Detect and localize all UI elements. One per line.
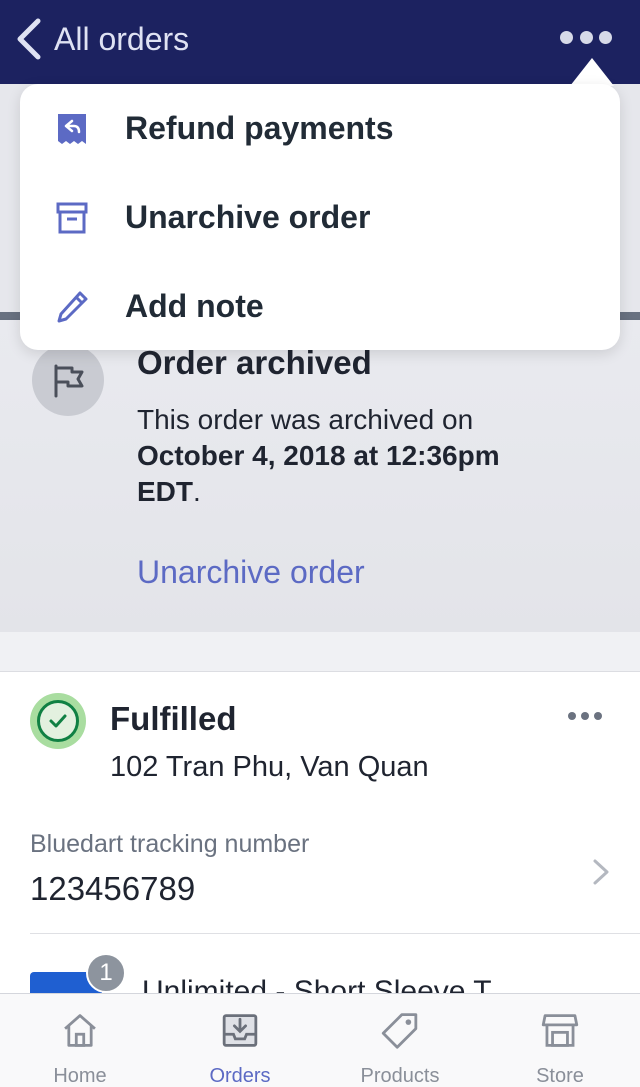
tab-home[interactable]: Home	[0, 994, 160, 1087]
tag-icon	[381, 1013, 418, 1049]
orders-inbox-icon	[222, 1014, 258, 1047]
menu-pointer	[570, 58, 614, 86]
chevron-left-icon	[17, 18, 41, 60]
menu-item-label: Unarchive order	[125, 199, 371, 235]
row-divider	[30, 933, 640, 934]
chevron-right-icon[interactable]	[592, 858, 610, 886]
menu-item-unarchive-order[interactable]: Unarchive order	[20, 173, 620, 262]
menu-item-refund-payments[interactable]: Refund payments	[20, 84, 620, 173]
archived-tz: EDT	[137, 476, 193, 507]
home-icon	[64, 1014, 96, 1047]
dot-icon	[568, 712, 576, 720]
unarchive-order-link[interactable]: Unarchive order	[137, 554, 365, 591]
fulfillment-address: 102 Tran Phu, Van Quan	[110, 751, 429, 783]
pencil-icon	[52, 287, 92, 327]
tracking-number[interactable]: 123456789	[30, 870, 195, 908]
top-nav-bar: All orders	[0, 0, 640, 84]
fulfilled-status-badge	[30, 693, 86, 749]
dot-icon	[581, 712, 589, 720]
tab-label: Store	[536, 1065, 584, 1087]
bottom-tab-bar: Home Orders Products Store	[0, 993, 640, 1087]
tab-store[interactable]: Store	[480, 994, 640, 1087]
dot-icon	[594, 712, 602, 720]
checkmark-icon	[49, 714, 67, 728]
flag-icon-badge	[32, 344, 104, 416]
tab-orders[interactable]: Orders	[160, 994, 320, 1087]
tab-label: Orders	[209, 1065, 271, 1087]
receipt-refund-icon	[52, 109, 92, 149]
fulfillment-status: Fulfilled	[110, 700, 237, 737]
tab-label: Products	[360, 1065, 440, 1087]
archived-description: This order was archived on October 4, 20…	[137, 402, 607, 510]
archived-date: October 4, 2018 at 12:36pm	[137, 440, 500, 471]
dot-icon	[560, 30, 573, 44]
dot-icon	[579, 30, 593, 44]
flag-icon	[54, 364, 84, 398]
menu-item-label: Add note	[125, 288, 264, 324]
dot-icon	[599, 30, 612, 44]
back-button[interactable]: All orders	[14, 14, 189, 64]
tab-products[interactable]: Products	[320, 994, 480, 1087]
archived-tz-suffix: .	[193, 476, 201, 507]
tracking-label: Bluedart tracking number	[30, 830, 310, 858]
archive-icon	[52, 198, 92, 238]
fulfillment-more-button[interactable]	[568, 712, 602, 722]
more-actions-button[interactable]	[560, 28, 612, 46]
menu-item-add-note[interactable]: Add note	[20, 262, 620, 351]
tab-label: Home	[53, 1065, 107, 1087]
section-gap	[0, 632, 640, 672]
actions-menu: Refund payments Unarchive order Add note	[20, 84, 620, 350]
store-icon	[541, 1014, 579, 1047]
archived-text-prefix: This order was archived on	[137, 404, 474, 435]
product-name[interactable]: Unlimited - Short Sleeve T	[142, 972, 492, 994]
back-label: All orders	[54, 20, 190, 57]
quantity-badge: 1	[86, 953, 126, 993]
menu-item-label: Refund payments	[125, 110, 394, 146]
